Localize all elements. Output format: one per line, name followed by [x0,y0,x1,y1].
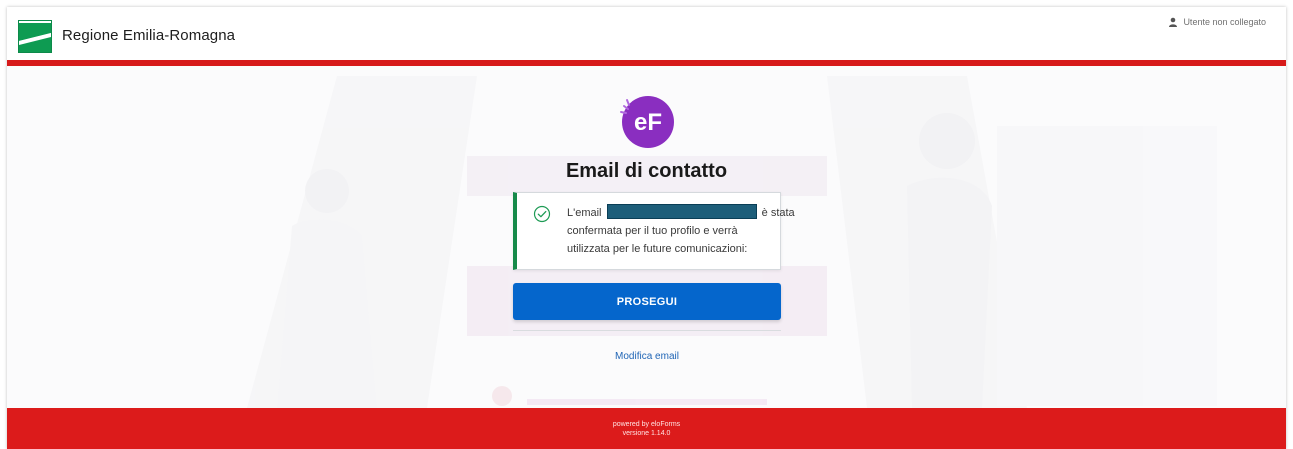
main-content: eF Email di contatto L'email è stata con… [7,7,1286,449]
alert-line-3: utilizzata per le future comunicazioni: [567,243,748,255]
alert-message: L'email è stata confermata per il tuo pr… [567,204,795,258]
footer: powered by eloForms versione 1.14.0 [7,408,1286,449]
page-title: Email di contatto [565,160,728,182]
redacted-email [606,204,757,219]
alert-line-2: confermata per il tuo profilo e verrà [567,225,738,237]
eforms-logo-text: eF [634,109,662,136]
success-alert: L'email è stata confermata per il tuo pr… [513,192,795,270]
footer-powered-by[interactable]: powered by eloForms [613,421,680,428]
alert-prefix: L'email [567,207,602,219]
eforms-logo-icon: eF [620,96,674,148]
edit-email-link[interactable]: Modifica email [513,351,781,362]
check-circle-icon [533,205,551,223]
alert-suffix: è stata [761,207,795,219]
divider [513,330,781,331]
app-window: Regione Emilia-Romagna Utente non colleg… [7,7,1286,449]
footer-version: versione 1.14.0 [622,429,671,437]
continue-button[interactable]: PROSEGUI [513,283,781,320]
